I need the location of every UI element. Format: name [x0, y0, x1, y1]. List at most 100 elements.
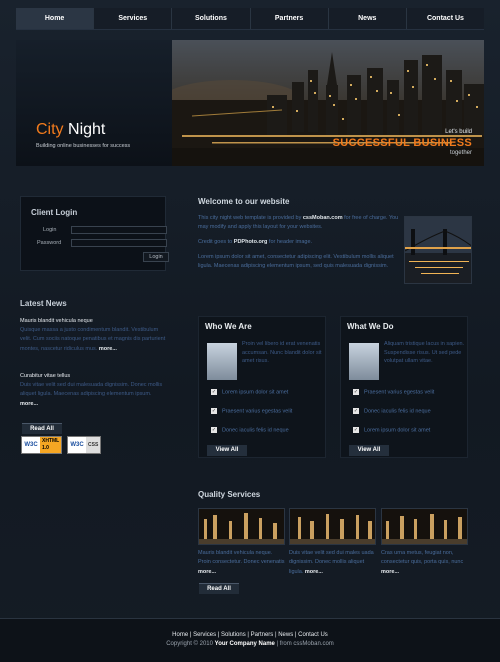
nav-news[interactable]: News: [329, 8, 407, 29]
footer-link-partners[interactable]: Partners: [251, 632, 274, 638]
what-list-text: Donec iaculis felis id neque: [364, 408, 431, 415]
news-title: Latest News: [20, 299, 67, 308]
quality-text: Mauris blandit vehicula neque. Proin con…: [198, 549, 286, 577]
slogan-line-1: Let's build: [445, 129, 472, 135]
who-list-item: ✓ Lorem ipsum dolor sit amet: [211, 389, 288, 395]
city-thumbnail: [382, 509, 467, 544]
news-item-body: Duis vitae velit sed dui malesuada digni…: [20, 381, 166, 409]
quality-read-all-button[interactable]: Read All: [199, 583, 239, 594]
password-label: Password: [37, 240, 62, 246]
check-icon: ✓: [353, 389, 359, 395]
check-icon: ✓: [211, 389, 217, 395]
who-list-text: Praesent varius egestas velit: [222, 408, 293, 415]
slogan-line-3: together: [449, 150, 472, 156]
quality-image: [198, 508, 285, 545]
news-read-all-button[interactable]: Read All: [22, 423, 62, 434]
css-badge-label: CSS: [86, 437, 101, 453]
what-list-item: ✓ Praesent varius egestas velit: [353, 389, 434, 395]
building-image: [349, 343, 379, 380]
username-label: Login: [43, 227, 57, 233]
check-icon: ✓: [353, 408, 359, 414]
main-nav: Home Services Solutions Partners News Co…: [16, 8, 484, 30]
css-badge[interactable]: W3C CSS: [67, 436, 102, 454]
slogan-line-2: SUCCESSFUL BUSINESS: [332, 137, 472, 149]
quality-image: [289, 508, 376, 545]
nav-home[interactable]: Home: [16, 8, 95, 29]
site-logo[interactable]: City Night: [36, 121, 105, 139]
quality-more-link[interactable]: more...: [198, 569, 216, 575]
what-list-text: Lorem ipsum dolor sit amet: [364, 427, 431, 434]
who-list-text: Donec iaculis felis id neque: [222, 427, 289, 434]
footer-link-contact-us[interactable]: Contact Us: [298, 632, 328, 638]
welcome-paragraph-3: Lorem ipsum dolor sit amet, consectetur …: [198, 254, 394, 270]
city-thumbnail: [199, 509, 284, 544]
logo-night: Night: [63, 121, 106, 138]
copyright-text: Copyright © 2010: [166, 641, 215, 647]
w3c-logo: W3C: [70, 442, 84, 448]
nav-solutions[interactable]: Solutions: [172, 8, 251, 29]
check-icon: ✓: [211, 427, 217, 433]
quality-text: Cras urna metus, feugiat non, consectetu…: [381, 549, 469, 577]
password-input[interactable]: [71, 239, 167, 247]
news-more-link[interactable]: more...: [20, 401, 38, 407]
welcome-paragraph-2: Credit goes to PDPhoto.org for header im…: [198, 238, 402, 247]
w3c-logo: W3C: [24, 442, 38, 448]
nav-partners[interactable]: Partners: [251, 8, 329, 29]
page: Home Services Solutions Partners News Co…: [0, 0, 500, 662]
quality-text-body: Duis vitae velit sed dui males uada dign…: [289, 550, 374, 575]
footer-link-home[interactable]: Home: [172, 632, 188, 638]
copyright: Copyright © 2010 Your Company Name | fro…: [0, 641, 500, 647]
header: City Night Building online businesses fo…: [16, 40, 484, 166]
logo-city: City: [36, 121, 64, 138]
what-view-all-button[interactable]: View All: [349, 445, 389, 456]
news-item-text: Duis vitae velit sed dui malesuada digni…: [20, 382, 163, 398]
xhtml-badge[interactable]: W3C XHTML 1.0: [21, 436, 63, 454]
welcome-title: Welcome to our website: [198, 197, 290, 206]
who-text: Proin vel libero id erat venenatis accum…: [242, 341, 322, 365]
welcome-text: This city night web template is provided…: [198, 215, 303, 221]
quality-text: Duis vitae velit sed dui males uada dign…: [289, 549, 377, 577]
news-item-title[interactable]: Curabitur vitae tellus: [20, 373, 70, 379]
quality-text-body: Cras urna metus, feugiat non, consectetu…: [381, 550, 464, 566]
footer-links: Home | Services | Solutions | Partners |…: [172, 632, 328, 638]
check-icon: ✓: [211, 408, 217, 414]
who-view-all-button[interactable]: View All: [207, 445, 247, 456]
nav-services[interactable]: Services: [94, 8, 173, 29]
cssmoban-link[interactable]: cssMoban.com: [303, 215, 343, 221]
footer-link-services[interactable]: Services: [193, 632, 216, 638]
xhtml-badge-label: XHTML 1.0: [40, 437, 62, 453]
welcome-text: Credit goes to: [198, 239, 234, 245]
client-login-box: Client Login Login Password Login: [20, 196, 169, 271]
bridge-night-image: [405, 217, 471, 283]
quality-more-link[interactable]: more...: [305, 569, 323, 575]
nav-contact-us[interactable]: Contact Us: [407, 8, 484, 29]
check-icon: ✓: [353, 427, 359, 433]
login-title: Client Login: [31, 208, 78, 217]
welcome-paragraph-1: This city night web template is provided…: [198, 214, 402, 232]
quality-title: Quality Services: [198, 490, 261, 499]
footer-link-news[interactable]: News: [278, 632, 293, 638]
xhtml-version: 1.0: [42, 445, 49, 451]
company-name: Your Company Name: [214, 641, 275, 647]
who-title: Who We Are: [205, 322, 252, 331]
news-more-link[interactable]: more...: [99, 346, 117, 352]
login-button[interactable]: Login: [143, 252, 169, 262]
quality-more-link[interactable]: more...: [381, 569, 399, 575]
news-item-title[interactable]: Mauris blandit vehicula neque: [20, 318, 93, 324]
footer-link-solutions[interactable]: Solutions: [221, 632, 246, 638]
bridge-image: [404, 216, 472, 284]
building-image: [207, 343, 237, 380]
news-item-text: Quisque massa a justo condimentum blandi…: [20, 327, 166, 352]
username-input[interactable]: [71, 226, 167, 234]
what-we-do-panel: What We Do Aliquam tristique lacus in sa…: [340, 316, 468, 458]
what-list-item: ✓ Donec iaculis felis id neque: [353, 408, 431, 414]
news-item-body: Quisque massa a justo condimentum blandi…: [20, 326, 166, 354]
what-list-text: Praesent varius egestas velit: [364, 389, 435, 396]
what-text: Aliquam tristique lacus in sapien. Suspe…: [384, 341, 465, 365]
who-list-item: ✓ Praesent varius egestas velit: [211, 408, 292, 414]
pdphoto-link[interactable]: PDPhoto.org: [234, 239, 268, 245]
footer: Home | Services | Solutions | Partners |…: [0, 618, 500, 662]
who-list-item: ✓ Donec iaculis felis id neque: [211, 427, 289, 433]
header-city-image: Let's build SUCCESSFUL BUSINESS together: [172, 40, 484, 166]
who-list-text: Lorem ipsum dolor sit amet: [222, 389, 289, 396]
